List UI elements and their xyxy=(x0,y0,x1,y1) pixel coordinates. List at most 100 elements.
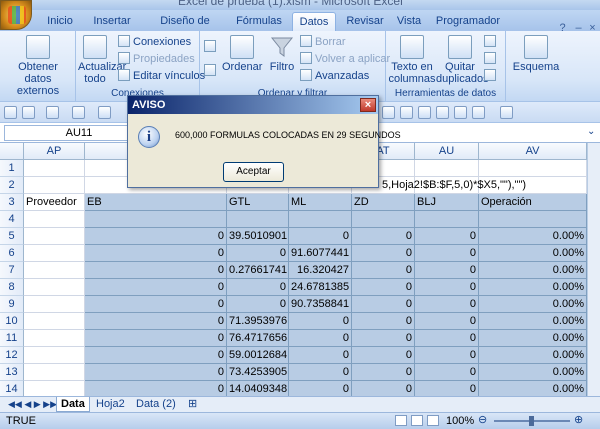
what-if-icon[interactable] xyxy=(484,68,499,84)
text-to-columns-button[interactable]: Texto en columnas xyxy=(388,35,436,85)
grid-cell[interactable] xyxy=(479,160,587,177)
grid-cell[interactable] xyxy=(479,211,587,228)
grid-cell[interactable]: 0.00% xyxy=(479,364,587,381)
sheet-tab-data[interactable]: Data xyxy=(56,397,90,412)
grid-cell[interactable] xyxy=(24,347,85,364)
outline-button[interactable]: Esquema xyxy=(512,35,560,73)
grid-cell[interactable]: 0 xyxy=(289,330,352,347)
sheet-nav-icon[interactable]: ◀◀ ◀ ▶ ▶▶ xyxy=(4,397,61,412)
grid-cell[interactable]: 0 xyxy=(352,364,415,381)
column-header[interactable]: AV xyxy=(479,143,587,160)
grid-cell[interactable]: Operación xyxy=(479,194,587,211)
tab-inicio[interactable]: Inicio xyxy=(40,12,80,31)
grid-cell[interactable]: 0.00% xyxy=(479,228,587,245)
tab-formulas[interactable]: Fórmulas xyxy=(232,12,286,31)
expand-formula-icon[interactable]: ⌄ xyxy=(587,126,595,137)
grid-cell[interactable]: 0 xyxy=(352,296,415,313)
format-icon[interactable] xyxy=(418,106,431,119)
dialog-close-icon[interactable]: × xyxy=(360,98,376,112)
grid-cell[interactable]: 24.6781385 xyxy=(289,279,352,296)
grid-cell[interactable]: 90.7358841 xyxy=(289,296,352,313)
row-header[interactable]: 5 xyxy=(0,228,24,245)
advanced-filter-button[interactable]: Avanzadas xyxy=(300,68,369,84)
select-all-corner[interactable] xyxy=(0,143,24,160)
grid-cell[interactable]: 0.00% xyxy=(479,330,587,347)
grid-cell[interactable] xyxy=(24,381,85,396)
toolbar-more-icon[interactable] xyxy=(500,106,513,119)
grid-cell[interactable]: 0 xyxy=(85,347,227,364)
grid-cell[interactable]: GTL xyxy=(227,194,289,211)
undo-icon[interactable] xyxy=(22,106,35,119)
properties-button[interactable]: Propiedades xyxy=(118,51,195,67)
grid-cell[interactable] xyxy=(24,330,85,347)
chart-icon[interactable] xyxy=(436,106,449,119)
grid-cell[interactable] xyxy=(24,262,85,279)
grid-cell[interactable]: 0 xyxy=(352,279,415,296)
sheet-tab-hoja2[interactable]: Hoja2 xyxy=(92,397,129,412)
validation-icon[interactable] xyxy=(484,34,499,50)
vertical-scrollbar[interactable] xyxy=(587,143,600,396)
grid-cell[interactable]: 0.00% xyxy=(479,279,587,296)
grid-cell[interactable] xyxy=(24,177,85,194)
get-external-data-button[interactable]: Obtener datos externos xyxy=(4,35,72,97)
grid-cell[interactable]: 0 xyxy=(352,262,415,279)
grid-cell[interactable]: 76.4717656 xyxy=(227,330,289,347)
grid-cell[interactable]: 0 xyxy=(85,364,227,381)
grid-cell[interactable]: 0 xyxy=(289,347,352,364)
grid-cell[interactable]: 0.00% xyxy=(479,347,587,364)
grid-cell[interactable]: 0 xyxy=(415,381,479,396)
grid-cell[interactable]: 0 xyxy=(415,262,479,279)
grid-cell[interactable]: 0 xyxy=(227,245,289,262)
tab-revisar[interactable]: Revisar xyxy=(342,12,388,31)
grid-cell[interactable]: 0 xyxy=(415,364,479,381)
grid-cell[interactable]: 0 xyxy=(352,228,415,245)
grid-cell[interactable]: 0 xyxy=(85,381,227,396)
grid-cell[interactable]: 0 xyxy=(415,245,479,262)
grid-cell[interactable]: 0.00% xyxy=(479,245,587,262)
grid-cell[interactable]: ZD xyxy=(352,194,415,211)
row-header[interactable]: 8 xyxy=(0,279,24,296)
tab-insertar[interactable]: Insertar xyxy=(86,12,138,31)
grid-cell[interactable] xyxy=(24,364,85,381)
edit-links-button[interactable]: Editar vínculos xyxy=(118,68,205,84)
grid-cell[interactable]: ML xyxy=(289,194,352,211)
grid-cell[interactable] xyxy=(24,245,85,262)
redo-icon[interactable] xyxy=(46,106,59,119)
row-header[interactable]: 3 xyxy=(0,194,24,211)
row-header[interactable]: 6 xyxy=(0,245,24,262)
row-header[interactable]: 10 xyxy=(0,313,24,330)
grid-cell[interactable] xyxy=(24,279,85,296)
grid-cell[interactable]: 0.00% xyxy=(479,381,587,396)
tab-vista[interactable]: Vista xyxy=(393,12,425,31)
grid-cell[interactable]: 0 xyxy=(415,347,479,364)
grid-cell[interactable] xyxy=(415,160,479,177)
page-layout-icon[interactable] xyxy=(411,415,423,426)
filter-button[interactable]: Filtro xyxy=(266,35,298,73)
grid-cell[interactable]: 0.00% xyxy=(479,296,587,313)
grid-cell[interactable]: 0 xyxy=(415,279,479,296)
function-icon[interactable] xyxy=(472,106,485,119)
column-header[interactable]: AU xyxy=(415,143,479,160)
grid-cell[interactable]: 0 xyxy=(415,330,479,347)
grid-cell[interactable]: 0.00% xyxy=(479,313,587,330)
row-header[interactable]: 1 xyxy=(0,160,24,177)
zoom-in-icon[interactable]: ⊕ xyxy=(574,413,583,426)
consolidate-icon[interactable] xyxy=(484,51,499,67)
grid-cell[interactable]: 0 xyxy=(289,381,352,396)
grid-cell[interactable]: 0 xyxy=(415,296,479,313)
grid-cell[interactable]: 0 xyxy=(352,245,415,262)
reapply-button[interactable]: Volver a aplicar xyxy=(300,51,390,67)
sort-button[interactable]: Ordenar xyxy=(222,35,262,73)
grid-cell[interactable] xyxy=(227,211,289,228)
grid-cell[interactable]: 0 xyxy=(85,228,227,245)
grid-cell[interactable]: 0 xyxy=(352,313,415,330)
grid-cell[interactable]: 73.4253905 xyxy=(227,364,289,381)
sheet-tab-data-2[interactable]: Data (2) xyxy=(132,397,180,412)
grid-cell[interactable]: 59.0012684 xyxy=(227,347,289,364)
remove-duplicates-button[interactable]: Quitar duplicados xyxy=(436,35,489,85)
grid-cell[interactable]: 0 xyxy=(289,313,352,330)
grid-cell[interactable] xyxy=(85,211,227,228)
grid-cell[interactable]: 91.6077441 xyxy=(289,245,352,262)
row-header[interactable]: 4 xyxy=(0,211,24,228)
row-header[interactable]: 13 xyxy=(0,364,24,381)
